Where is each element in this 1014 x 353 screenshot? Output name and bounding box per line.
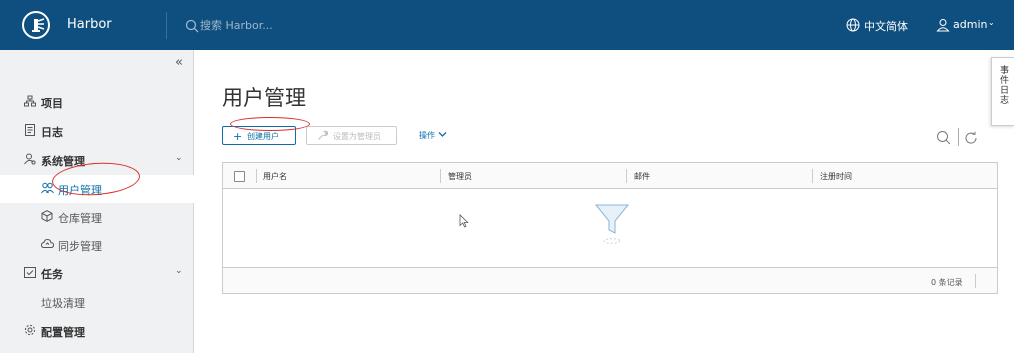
gear-icon xyxy=(24,324,36,336)
system-admin-icon xyxy=(24,153,36,165)
column-header-registered[interactable]: 注册时间 xyxy=(820,171,852,182)
sidebar-item-label: 配置管理 xyxy=(41,326,85,339)
sidebar-item-garbage-collection[interactable]: 垃圾清理 xyxy=(0,288,194,316)
sidebar-item-replication[interactable]: 同步管理 xyxy=(0,231,194,259)
refresh-icon[interactable] xyxy=(964,130,978,149)
search-input[interactable] xyxy=(200,15,360,35)
search-icon[interactable] xyxy=(185,18,199,37)
users-table: 用户名 管理员 邮件 注册时间 0 条记录 xyxy=(222,162,998,294)
column-divider xyxy=(626,169,627,183)
sidebar-item-label: 垃圾清理 xyxy=(41,297,85,310)
harbor-logo-icon[interactable] xyxy=(22,11,50,39)
column-header-email[interactable]: 邮件 xyxy=(634,171,650,182)
table-footer: 0 条记录 xyxy=(223,267,997,293)
registry-icon xyxy=(41,210,53,222)
log-icon xyxy=(24,124,36,136)
chevron-down-icon xyxy=(438,132,447,137)
task-icon xyxy=(24,266,36,278)
chevron-down-icon[interactable]: ⌄ xyxy=(175,153,183,163)
column-header-admin[interactable]: 管理员 xyxy=(448,171,472,182)
toolbar-divider xyxy=(958,128,959,146)
actions-dropdown-label: 操作 xyxy=(419,131,435,140)
cloud-sync-icon xyxy=(40,238,55,250)
sidebar-item-projects[interactable]: 项目 xyxy=(0,88,194,116)
search-icon[interactable] xyxy=(936,130,951,149)
column-divider xyxy=(812,169,813,183)
empty-filter-icon xyxy=(594,203,630,251)
table-header: 用户名 管理员 邮件 注册时间 xyxy=(223,163,997,189)
sidebar-item-registries[interactable]: 仓库管理 xyxy=(0,203,194,231)
wrench-icon xyxy=(317,130,329,144)
project-icon xyxy=(24,95,36,107)
column-header-username[interactable]: 用户名 xyxy=(263,171,287,182)
sidebar-item-label: 项目 xyxy=(41,97,63,110)
annotation-circle xyxy=(230,117,310,131)
set-admin-button-label: 设置为管理员 xyxy=(333,132,381,141)
page-title: 用户管理 xyxy=(222,86,306,110)
select-all-checkbox[interactable] xyxy=(234,171,245,182)
user-icon[interactable] xyxy=(936,17,950,36)
set-admin-button[interactable]: 设置为管理员 xyxy=(306,126,397,145)
event-log-tab[interactable]: 事件日志 xyxy=(991,57,1014,126)
column-divider xyxy=(256,169,257,183)
sidebar-item-label: 日志 xyxy=(41,126,63,139)
top-header: Harbor 中文简体 admin ⌄ xyxy=(0,0,1014,50)
sidebar-item-label: 仓库管理 xyxy=(58,212,102,225)
user-menu[interactable]: admin xyxy=(953,18,987,31)
language-selector[interactable]: 中文简体 xyxy=(864,18,908,34)
header-divider xyxy=(166,12,167,39)
event-log-label: 事件日志 xyxy=(998,65,1008,105)
column-divider xyxy=(440,169,441,183)
globe-icon[interactable] xyxy=(846,17,860,36)
chevron-down-icon[interactable]: ⌄ xyxy=(988,18,995,27)
sidebar-item-label: 同步管理 xyxy=(58,240,102,253)
chevron-down-icon[interactable]: ⌄ xyxy=(175,266,183,276)
users-icon xyxy=(41,182,54,194)
sidebar-item-label: 任务 xyxy=(41,268,63,281)
sidebar-item-tasks[interactable]: 任务 ⌄ xyxy=(0,259,194,287)
new-user-button-label: 创建用户 xyxy=(247,132,279,141)
column-divider xyxy=(975,274,976,288)
record-count: 0 条记录 xyxy=(931,278,963,287)
actions-dropdown[interactable]: 操作 xyxy=(419,130,447,141)
sidebar-item-configuration[interactable]: 配置管理 xyxy=(0,317,194,345)
sidebar-item-logs[interactable]: 日志 xyxy=(0,117,194,145)
mouse-cursor-icon xyxy=(459,213,469,232)
collapse-sidebar-icon[interactable]: « xyxy=(175,55,183,70)
plus-icon: + xyxy=(233,130,243,143)
app-title[interactable]: Harbor xyxy=(67,17,112,32)
